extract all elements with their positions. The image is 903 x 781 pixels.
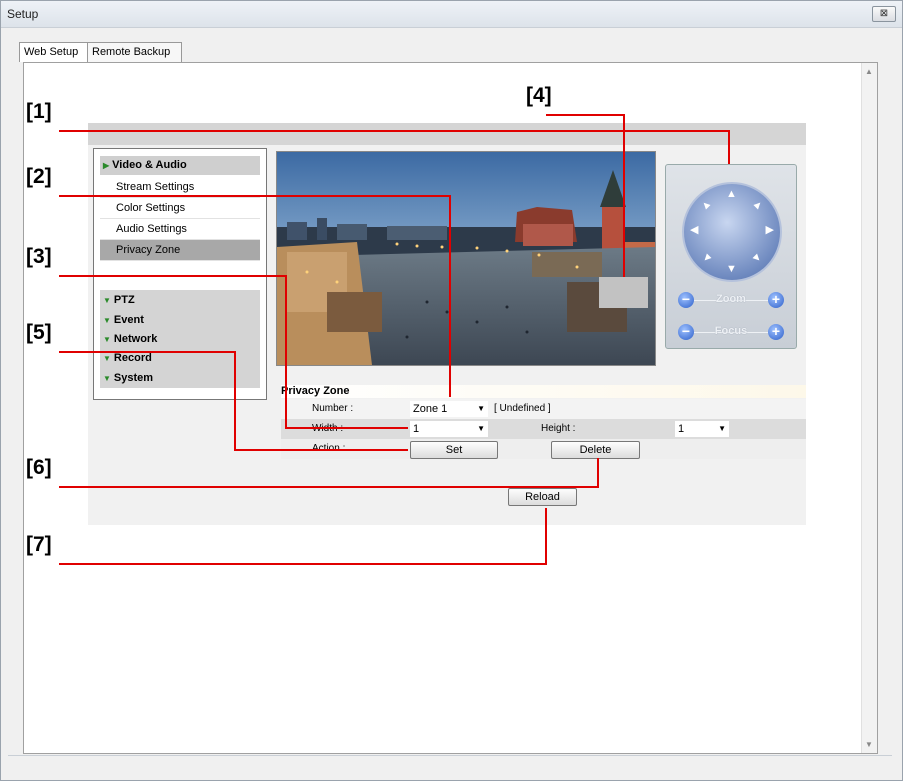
callout-line-6: [59, 458, 599, 488]
callout-line-1: [59, 130, 730, 164]
callout-7: [7]: [26, 533, 52, 556]
callout-line-5: [59, 351, 408, 451]
callout-2: [2]: [26, 165, 52, 188]
callout-lines: [59, 114, 730, 565]
callout-6: [6]: [26, 456, 52, 479]
callout-line-7: [59, 508, 547, 565]
callout-4: [4]: [526, 84, 552, 107]
callout-line-2: [59, 195, 451, 397]
callout-1: [1]: [26, 100, 52, 123]
callout-5: [5]: [26, 321, 52, 344]
callout-3: [3]: [26, 245, 52, 268]
callout-line-4: [546, 114, 625, 277]
